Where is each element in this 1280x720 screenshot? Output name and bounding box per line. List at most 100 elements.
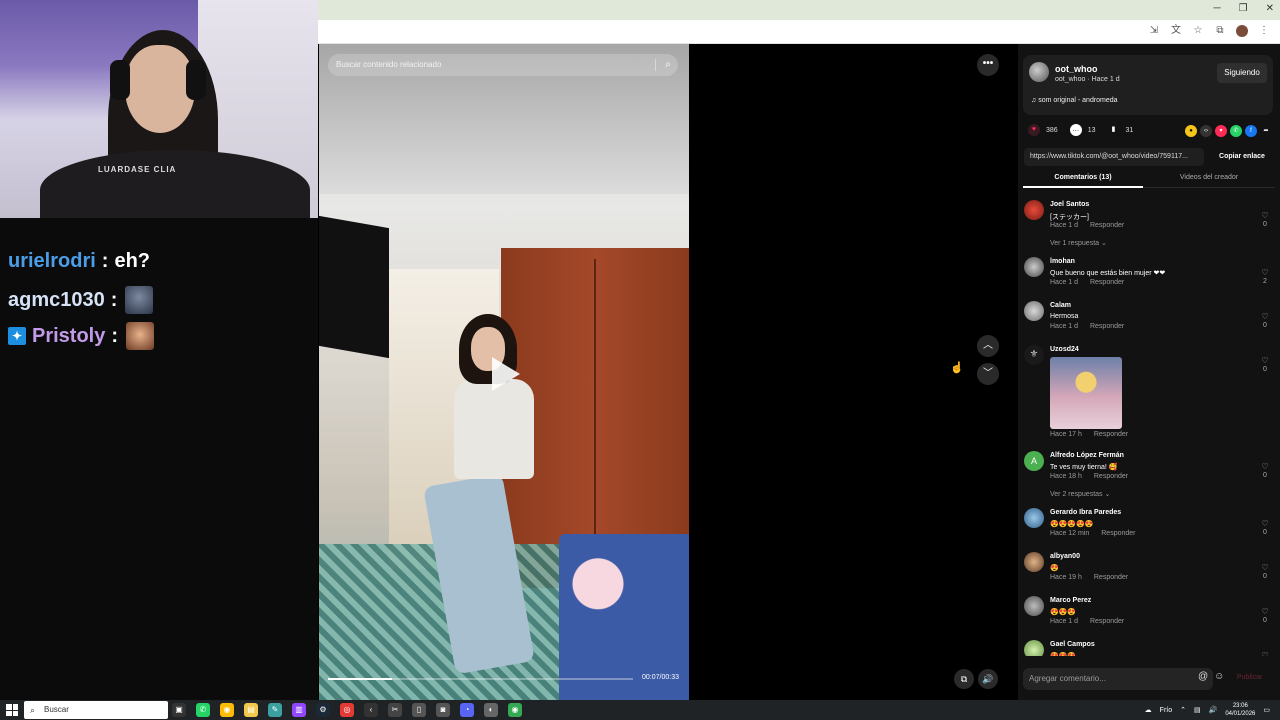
menu-dots-icon[interactable]: ⋮ — [1258, 25, 1270, 37]
whatsapp-icon[interactable]: ✆ — [1230, 125, 1242, 137]
post-comment-button[interactable]: Publicar — [1237, 674, 1262, 681]
comment-avatar[interactable]: ⚜ — [1024, 345, 1044, 365]
bookmark-star-icon[interactable]: ☆ — [1192, 25, 1204, 37]
notepad-icon[interactable]: ✎ — [268, 703, 282, 717]
emoji-icon[interactable]: ☺ — [1214, 671, 1224, 682]
heart-outline-icon[interactable]: ♡ — [1261, 607, 1268, 616]
previous-video-button[interactable]: ︿ — [977, 335, 999, 357]
whatsapp-app-icon[interactable]: ✆ — [196, 703, 210, 717]
comment-icon[interactable]: … — [1069, 124, 1082, 136]
heart-outline-icon[interactable]: ♡ — [1261, 651, 1268, 656]
extensions-icon[interactable]: ⧉ — [1214, 25, 1226, 37]
network-icon[interactable]: ▤ — [1194, 706, 1201, 714]
comment-like[interactable]: ♡ 0 — [1260, 563, 1270, 580]
comment-author[interactable]: Uzosd24 — [1050, 346, 1079, 353]
comment-author[interactable]: albyan00 — [1050, 553, 1080, 560]
tab-comments[interactable]: Comentarios (13) — [1023, 170, 1143, 188]
comment-avatar[interactable] — [1024, 200, 1044, 220]
video-url-field[interactable]: https://www.tiktok.com/@oot_whoo/video/7… — [1024, 148, 1204, 166]
epic-icon[interactable]: ‹ — [364, 703, 378, 717]
obs-icon[interactable]: ◐ — [484, 703, 498, 717]
comment-like[interactable]: ♡ 0 — [1260, 211, 1270, 228]
picture-in-picture-button[interactable]: ⧉ — [954, 669, 974, 689]
comment-author[interactable]: Alfredo López Fermán — [1050, 452, 1124, 459]
comment-author[interactable]: Marco Perez — [1050, 597, 1091, 604]
comment-avatar[interactable] — [1024, 257, 1044, 277]
reply-button[interactable]: Responder — [1094, 431, 1128, 438]
comment-avatar[interactable] — [1024, 596, 1044, 616]
like-icon[interactable]: ♥ — [1028, 124, 1040, 136]
comment-like[interactable]: ♡ 2 — [1260, 268, 1270, 285]
view-replies-link[interactable]: Ver 2 respuestas ⌄ — [1050, 490, 1110, 498]
comment-like[interactable]: ♡ 0 — [1260, 356, 1270, 373]
task-view-icon[interactable]: ▣ — [172, 703, 186, 717]
translate-icon[interactable]: 文 — [1170, 25, 1182, 37]
reply-button[interactable]: Responder — [1094, 473, 1128, 480]
more-options-button[interactable]: ••• — [977, 54, 999, 76]
copy-link-button[interactable]: Copiar enlace — [1210, 148, 1274, 166]
start-menu-icon[interactable] — [6, 704, 18, 716]
comment-avatar[interactable] — [1024, 552, 1044, 572]
video-player[interactable]: Buscar contenido relacionado ⌕ 00:07/00:… — [319, 44, 689, 700]
clock[interactable]: 23:06 04/01/2026 — [1225, 702, 1255, 718]
comment-author[interactable]: Calam — [1050, 302, 1071, 309]
mention-icon[interactable]: @ — [1198, 671, 1208, 682]
facebook-icon[interactable]: f — [1245, 125, 1257, 137]
capcut-icon[interactable]: ✂ — [388, 703, 402, 717]
opera-gx-icon[interactable]: ◎ — [340, 703, 354, 717]
steam-icon[interactable]: ⚙ — [316, 703, 330, 717]
author-avatar[interactable] — [1029, 62, 1049, 82]
twitch-icon[interactable]: ▥ — [292, 703, 306, 717]
following-button[interactable]: Siguiendo — [1217, 63, 1267, 83]
comment-like[interactable]: ♡ 0 — [1260, 519, 1270, 536]
volume-button[interactable]: 🔊 — [978, 669, 998, 689]
embed-icon[interactable]: ‹› — [1200, 125, 1212, 137]
friends-share-icon[interactable]: ▾ — [1215, 125, 1227, 137]
usb-icon[interactable]: ▯ — [412, 703, 426, 717]
comment-like[interactable]: ♡ 0 — [1260, 462, 1270, 479]
comment-avatar[interactable] — [1024, 301, 1044, 321]
tab-creator-videos[interactable]: Videos del creador — [1149, 170, 1269, 188]
video-progress-bar[interactable] — [328, 678, 633, 680]
chrome-active-icon[interactable]: ◉ — [508, 703, 522, 717]
heart-outline-icon[interactable]: ♡ — [1261, 312, 1268, 321]
install-app-icon[interactable]: ⇲ — [1148, 25, 1160, 37]
comment-like[interactable]: ♡ 0 — [1260, 312, 1270, 329]
reply-button[interactable]: Responder — [1094, 574, 1128, 581]
next-video-button[interactable]: ﹀ — [977, 363, 999, 385]
author-username[interactable]: oot_whoo — [1055, 64, 1098, 74]
music-link[interactable]: ♫ som original - andromeda — [1031, 97, 1118, 104]
play-icon[interactable] — [492, 357, 520, 391]
discord-icon[interactable]: ◔ — [460, 703, 474, 717]
camera-icon[interactable]: ◙ — [436, 703, 450, 717]
reply-button[interactable]: Responder — [1090, 279, 1124, 286]
comment-avatar[interactable] — [1024, 640, 1044, 656]
comment-like[interactable]: ♡ 0 — [1260, 607, 1270, 624]
reply-button[interactable]: Responder — [1090, 323, 1124, 330]
heart-outline-icon[interactable]: ♡ — [1261, 462, 1268, 471]
comment-author[interactable]: Joel Santos — [1050, 201, 1089, 208]
comment-sticker-image[interactable] — [1050, 357, 1122, 429]
comment-like[interactable]: ♡ — [1260, 651, 1270, 656]
heart-outline-icon[interactable]: ♡ — [1261, 211, 1268, 220]
volume-icon[interactable]: 🔊 — [1209, 706, 1218, 714]
reply-button[interactable]: Responder — [1101, 530, 1135, 537]
comment-avatar[interactable] — [1024, 508, 1044, 528]
heart-outline-icon[interactable]: ♡ — [1261, 519, 1268, 528]
comment-author[interactable]: Gael Campos — [1050, 641, 1095, 648]
comment-avatar[interactable]: A — [1024, 451, 1044, 471]
tray-chevron-icon[interactable]: ⌃ — [1180, 706, 1186, 714]
weather-icon[interactable]: ☁ — [1145, 706, 1152, 714]
restore-button[interactable]: ❐ — [1239, 3, 1248, 14]
heart-outline-icon[interactable]: ♡ — [1261, 356, 1268, 365]
profile-avatar[interactable] — [1236, 25, 1248, 37]
taskbar-search-input[interactable]: ⌕ Buscar — [24, 701, 168, 719]
comment-author[interactable]: lmohan — [1050, 258, 1075, 265]
share-arrow-icon[interactable]: ➦ — [1260, 125, 1272, 137]
bookmark-icon[interactable]: ▮ — [1107, 124, 1119, 136]
minimize-button[interactable]: ─ — [1214, 3, 1221, 14]
heart-outline-icon[interactable]: ♡ — [1261, 268, 1268, 277]
notifications-icon[interactable]: ▭ — [1263, 706, 1270, 714]
chrome-app-icon[interactable]: ◉ — [220, 703, 234, 717]
view-replies-link[interactable]: Ver 1 respuesta ⌄ — [1050, 239, 1107, 247]
